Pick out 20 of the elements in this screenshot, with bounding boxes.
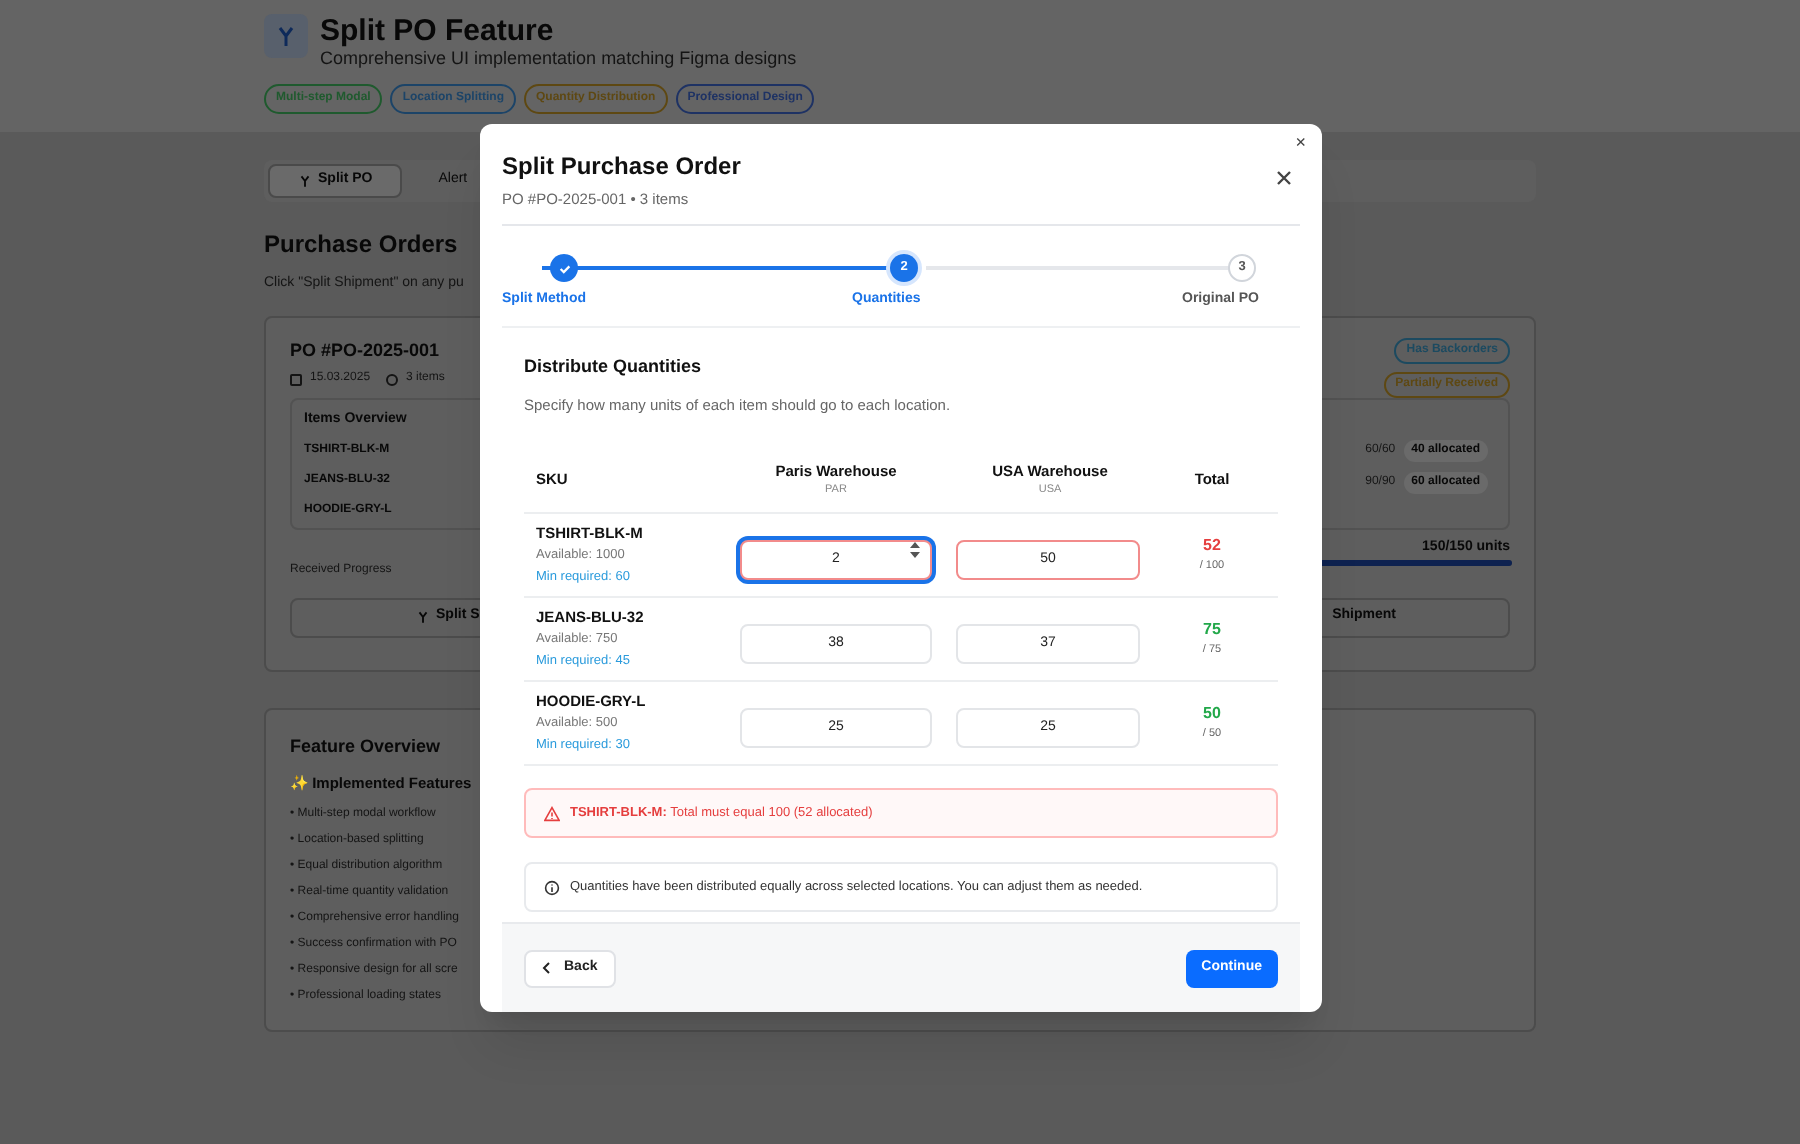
check-icon	[557, 261, 571, 276]
page-title: Split PO Feature	[320, 14, 554, 48]
branch-icon	[298, 174, 312, 188]
section-heading: Distribute Quantities	[524, 354, 702, 381]
info-icon	[544, 879, 560, 895]
row-total: 50	[1203, 702, 1221, 727]
card-title: Feature Overview	[290, 733, 441, 759]
modal-title: Split Purchase Order	[502, 150, 741, 184]
chevron-left-icon	[542, 962, 552, 974]
branch-icon	[416, 610, 430, 624]
row-total: 75	[1203, 618, 1221, 643]
page-subtitle: Comprehensive UI implementation matching Figma designs	[320, 48, 797, 70]
branch-icon	[264, 14, 308, 58]
warning-icon	[544, 805, 560, 821]
spinner-icon	[910, 542, 920, 559]
close-button[interactable]: ×	[1295, 132, 1306, 152]
close-icon[interactable]	[1274, 168, 1294, 188]
section-title: Purchase Orders	[264, 228, 458, 262]
row-total: 52	[1203, 534, 1221, 559]
po-number: PO #PO-2025-001	[290, 337, 440, 363]
